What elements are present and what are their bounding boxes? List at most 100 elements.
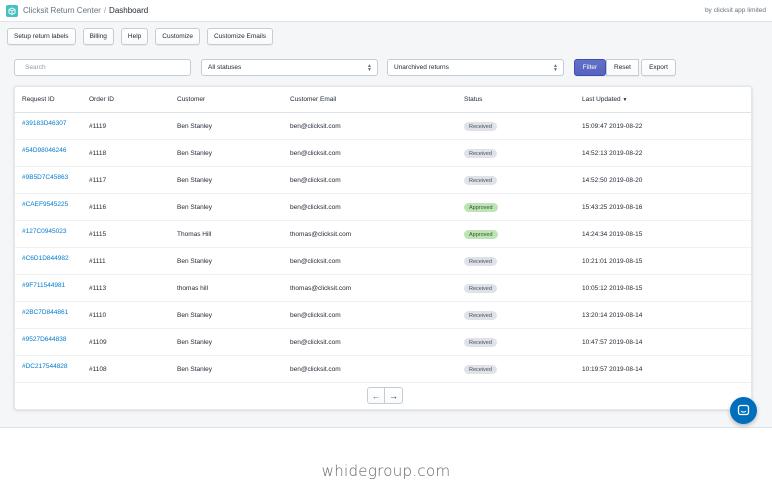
customize-button[interactable]: Customize bbox=[155, 28, 200, 45]
archive-select[interactable]: Unarchived returns ▲ ▼ bbox=[387, 59, 564, 76]
table-row[interactable]: #9527D644838 #1109 Ben Stanley ben@clicksit… bbox=[15, 329, 751, 356]
customer-name: Ben Stanley bbox=[177, 258, 213, 265]
request-id-link[interactable]: #CAEF9545225 bbox=[22, 201, 68, 208]
select-caret-icon: ▲ ▼ bbox=[367, 63, 372, 73]
sort-desc-icon: ▼ bbox=[622, 97, 628, 103]
status-badge: Received bbox=[464, 338, 497, 347]
request-id-link[interactable]: #9F711544981 bbox=[22, 282, 65, 289]
column-status[interactable]: Status bbox=[464, 96, 482, 103]
table-row[interactable]: #C6D1D844982 #1111 Ben Stanley ben@clicksit… bbox=[15, 248, 751, 275]
request-id-link[interactable]: #9B5D7C45863 bbox=[22, 174, 68, 181]
order-id: #1111 bbox=[89, 258, 106, 265]
status-badge: Received bbox=[464, 284, 497, 293]
order-id: #1113 bbox=[89, 285, 107, 292]
table-row[interactable]: #54D98046246 #1118 Ben Stanley ben@clicksit… bbox=[15, 140, 751, 167]
order-id: #1108 bbox=[89, 366, 107, 373]
status-badge: Approved bbox=[464, 203, 498, 212]
filter-button[interactable]: Filter bbox=[574, 59, 606, 76]
setup-return-labels-button[interactable]: Setup return labels bbox=[7, 28, 76, 45]
breadcrumb: Clicksit Return Center / Dashboard bbox=[23, 6, 148, 15]
column-request-id[interactable]: Request ID bbox=[22, 96, 55, 103]
request-id-link[interactable]: #2BC7D844861 bbox=[22, 309, 68, 316]
last-updated: 10:19:57 2019-08-14 bbox=[582, 366, 643, 373]
archive-select-value: Unarchived returns bbox=[394, 64, 449, 71]
reset-button[interactable]: Reset bbox=[606, 59, 639, 76]
table-header: Request ID Order ID Customer Customer Em… bbox=[15, 87, 751, 113]
column-last-updated[interactable]: Last Updated ▼ bbox=[582, 96, 627, 103]
arrow-left-icon[interactable]: ← bbox=[367, 387, 385, 404]
breadcrumb-separator: / bbox=[103, 6, 107, 15]
column-order-id[interactable]: Order ID bbox=[89, 96, 114, 103]
toolbar: Setup return labels Billing Help Customi… bbox=[7, 28, 274, 45]
column-last-updated-label: Last Updated bbox=[582, 96, 621, 103]
last-updated: 14:52:13 2019-08-22 bbox=[582, 150, 643, 157]
search-input[interactable]: Search bbox=[14, 59, 191, 76]
status-select[interactable]: All statuses ▲ ▼ bbox=[201, 59, 378, 76]
status-badge: Received bbox=[464, 257, 497, 266]
customer-name: Thomas Hill bbox=[177, 231, 212, 238]
status-select-value: All statuses bbox=[208, 64, 242, 71]
table-row[interactable]: #2BC7D844861 #1110 Ben Stanley ben@clicksit… bbox=[15, 302, 751, 329]
last-updated: 14:52:50 2019-08-20 bbox=[582, 177, 643, 184]
app-logo-icon bbox=[6, 5, 18, 17]
billing-button[interactable]: Billing bbox=[82, 28, 114, 45]
last-updated: 10:05:12 2019-08-15 bbox=[582, 285, 643, 292]
last-updated: 15:09:47 2019-08-22 bbox=[582, 123, 643, 130]
status-badge: Received bbox=[464, 176, 497, 185]
app-frame: Clicksit Return Center / Dashboard by clic… bbox=[0, 0, 772, 428]
table-row[interactable]: #39183D46307 #1119 Ben Stanley ben@clicksit… bbox=[15, 113, 751, 140]
chat-bubble-icon[interactable] bbox=[730, 397, 757, 424]
order-id: #1119 bbox=[89, 123, 107, 130]
order-id: #1116 bbox=[89, 204, 107, 211]
request-id-link[interactable]: #DC217544828 bbox=[22, 363, 68, 370]
last-updated: 13:20:14 2019-08-14 bbox=[582, 312, 643, 319]
table-row[interactable]: #9F711544981 #1113 thomas hill thomas@click… bbox=[15, 275, 751, 302]
customer-email: ben@clicksit.com bbox=[290, 204, 341, 211]
status-badge: Approved bbox=[464, 230, 498, 239]
column-customer-email[interactable]: Customer Email bbox=[290, 96, 336, 103]
request-id-link[interactable]: #C6D1D844982 bbox=[22, 255, 69, 262]
order-id: #1110 bbox=[89, 312, 107, 319]
customer-name: Ben Stanley bbox=[177, 150, 213, 157]
last-updated: 10:47:57 2019-08-14 bbox=[582, 339, 643, 346]
breadcrumb-app[interactable]: Clicksit Return Center bbox=[23, 6, 101, 15]
table-row[interactable]: #9B5D7C45863 #1117 Ben Stanley ben@clicksit… bbox=[15, 167, 751, 194]
customer-email: ben@clicksit.com bbox=[290, 123, 341, 130]
customer-email: thomas@clicksit.com bbox=[290, 285, 352, 292]
customer-name: Ben Stanley bbox=[177, 366, 213, 373]
customer-email: ben@clicksit.com bbox=[290, 312, 341, 319]
export-button[interactable]: Export bbox=[641, 59, 676, 76]
status-badge: Received bbox=[464, 149, 497, 158]
watermark: whidegroup.com bbox=[321, 462, 451, 480]
order-id: #1109 bbox=[89, 339, 107, 346]
customer-name: Ben Stanley bbox=[177, 204, 213, 211]
returns-table-card: Request ID Order ID Customer Customer Em… bbox=[14, 86, 752, 410]
request-id-link[interactable]: #127C0945023 bbox=[22, 228, 66, 235]
order-id: #1115 bbox=[89, 231, 107, 238]
breadcrumb-current-page: Dashboard bbox=[109, 6, 149, 15]
customer-name: Ben Stanley bbox=[177, 312, 213, 319]
customer-email: ben@clicksit.com bbox=[290, 177, 341, 184]
status-badge: Received bbox=[464, 122, 497, 131]
customer-email: ben@clicksit.com bbox=[290, 339, 341, 346]
arrow-right-icon[interactable]: → bbox=[385, 387, 403, 404]
customer-name: Ben Stanley bbox=[177, 339, 213, 346]
customer-name: thomas hill bbox=[177, 285, 209, 292]
last-updated: 10:21:01 2019-08-15 bbox=[582, 258, 643, 265]
customer-name: Ben Stanley bbox=[177, 177, 213, 184]
request-id-link[interactable]: #39183D46307 bbox=[22, 120, 66, 127]
help-button[interactable]: Help bbox=[120, 28, 149, 45]
table-row[interactable]: #DC217544828 #1108 Ben Stanley ben@clicksit… bbox=[15, 356, 751, 383]
customer-email: ben@clicksit.com bbox=[290, 150, 341, 157]
customer-email: ben@clicksit.com bbox=[290, 366, 341, 373]
pagination: ← → bbox=[367, 387, 403, 404]
order-id: #1117 bbox=[89, 177, 107, 184]
customer-name: Ben Stanley bbox=[177, 123, 213, 130]
customize-emails-button[interactable]: Customize Emails bbox=[207, 28, 274, 45]
request-id-link[interactable]: #9527D644838 bbox=[22, 336, 66, 343]
table-row[interactable]: #127C0945023 #1115 Thomas Hill thomas@click… bbox=[15, 221, 751, 248]
customer-email: thomas@clicksit.com bbox=[290, 231, 352, 238]
request-id-link[interactable]: #54D98046246 bbox=[22, 147, 66, 154]
table-row[interactable]: #CAEF9545225 #1116 Ben Stanley ben@clicksit… bbox=[15, 194, 751, 221]
column-customer[interactable]: Customer bbox=[177, 96, 205, 103]
